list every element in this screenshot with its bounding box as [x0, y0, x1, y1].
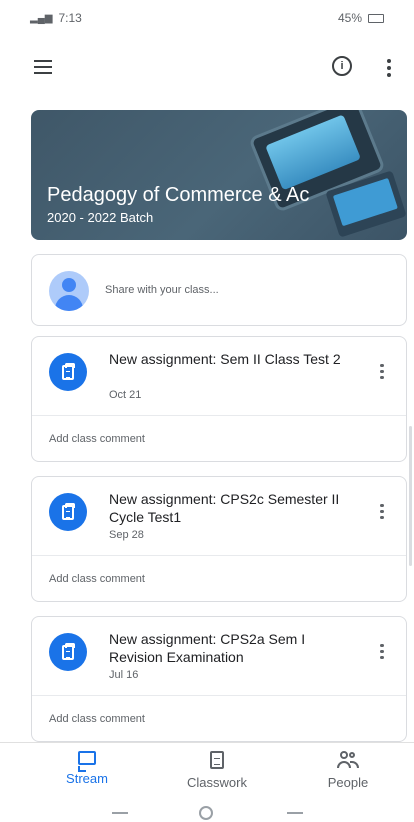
assignment-card[interactable]: New assignment: CPS2a Sem I Revision Exa…: [31, 616, 407, 742]
post-more-icon[interactable]: [377, 641, 387, 663]
status-time: 7:13: [58, 11, 82, 25]
info-icon[interactable]: i: [332, 56, 352, 76]
add-class-comment[interactable]: Add class comment: [49, 433, 145, 445]
class-title: Pedagogy of Commerce & Ac: [47, 184, 310, 206]
assignment-card[interactable]: New assignment: Sem II Class Test 2 Oct …: [31, 336, 407, 462]
assignment-title: New assignment: CPS2a Sem I Revision Exa…: [109, 631, 306, 665]
assignment-title: New assignment: Sem II Class Test 2: [109, 351, 341, 367]
assignment-date: Oct 21: [109, 389, 142, 401]
assignment-date: Sep 28: [109, 529, 144, 541]
share-placeholder: Share with your class...: [105, 284, 219, 296]
app-bar: i: [0, 40, 414, 96]
bottom-nav: Stream Classwork People: [0, 742, 414, 799]
home-button[interactable]: [199, 806, 213, 820]
classwork-icon: [210, 751, 224, 769]
recents-button[interactable]: [112, 812, 128, 814]
nav-people[interactable]: People: [298, 751, 398, 790]
system-nav-bar: [0, 798, 414, 822]
status-right: 45%: [338, 11, 384, 25]
status-bar: ▂▄▆ 7:13 45%: [0, 0, 414, 36]
assignment-title: New assignment: CPS2c Semester II Cycle …: [109, 491, 340, 525]
add-class-comment[interactable]: Add class comment: [49, 573, 145, 585]
assignment-icon: [49, 493, 87, 531]
menu-icon[interactable]: [34, 56, 60, 80]
assignment-icon: [49, 633, 87, 671]
card-divider: [32, 555, 406, 556]
people-icon: [337, 751, 359, 769]
class-subtitle: 2020 - 2022 Batch: [47, 210, 154, 225]
battery-icon: [368, 13, 384, 23]
assignment-card[interactable]: New assignment: CPS2c Semester II Cycle …: [31, 476, 407, 602]
nav-stream[interactable]: Stream: [37, 751, 137, 786]
nav-stream-label: Stream: [66, 771, 108, 786]
signal-icon: ▂▄▆: [30, 12, 53, 24]
class-banner[interactable]: Pedagogy of Commerce & Ac 2020 - 2022 Ba…: [31, 110, 407, 240]
status-left: ▂▄▆ 7:13: [30, 11, 82, 25]
stream-icon: [78, 751, 96, 772]
assignment-date: Jul 16: [109, 669, 139, 681]
post-more-icon[interactable]: [377, 501, 387, 523]
avatar: [49, 271, 89, 311]
nav-classwork[interactable]: Classwork: [167, 751, 267, 790]
post-more-icon[interactable]: [377, 361, 387, 383]
nav-classwork-label: Classwork: [187, 775, 247, 790]
share-with-class-box[interactable]: Share with your class...: [31, 254, 407, 326]
back-button[interactable]: [287, 812, 303, 814]
stream-content[interactable]: Pedagogy of Commerce & Ac 2020 - 2022 Ba…: [0, 96, 414, 742]
scrollbar[interactable]: [409, 426, 412, 566]
battery-percent: 45%: [337, 11, 362, 25]
add-class-comment[interactable]: Add class comment: [49, 713, 145, 725]
nav-people-label: People: [327, 775, 369, 790]
more-vert-icon[interactable]: [384, 56, 394, 80]
card-divider: [32, 415, 406, 416]
card-divider: [32, 695, 406, 696]
assignment-icon: [49, 353, 87, 391]
